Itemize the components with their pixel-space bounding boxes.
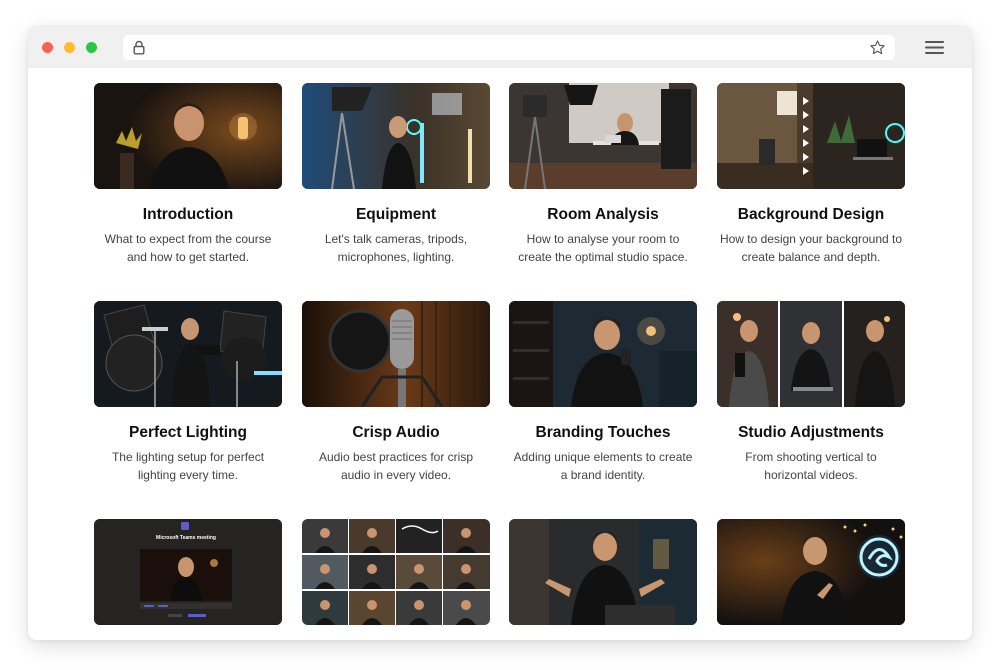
maximize-window-button[interactable] (86, 42, 97, 53)
lesson-thumbnail[interactable] (717, 519, 905, 625)
lesson-card-introduction[interactable]: Introduction What to expect from the cou… (94, 83, 282, 266)
teams-meeting-title: Microsoft Teams meeting (156, 535, 216, 541)
lesson-thumbnail[interactable] (509, 301, 697, 407)
lesson-title: Introduction (142, 206, 234, 223)
lesson-card-perfect-lighting[interactable]: Perfect Lighting The lighting setup for … (94, 301, 282, 484)
address-bar[interactable] (123, 35, 895, 60)
lesson-title: Equipment (355, 206, 437, 223)
lesson-description: From shooting vertical to horizontal vid… (745, 450, 877, 482)
bookmark-star-icon[interactable] (869, 39, 886, 56)
lesson-card-equipment[interactable]: Equipment Let's talk cameras, tripods, m… (302, 83, 490, 266)
lesson-description: How to design your background to create … (719, 232, 903, 264)
lesson-card-room-analysis[interactable]: Room Analysis How to analyse your room t… (509, 83, 697, 266)
lesson-description: Adding unique elements to create a brand… (513, 450, 693, 482)
lesson-card-studio-adjustments[interactable]: Studio Adjustments From shooting vertica… (717, 301, 905, 484)
lesson-card-teams[interactable]: Microsoft Teams meeting (94, 519, 282, 625)
lesson-title: Room Analysis (547, 206, 659, 223)
lesson-description: What to expect from the course and how t… (104, 232, 272, 264)
lesson-title: Branding Touches (535, 424, 671, 441)
lesson-card-crisp-audio[interactable]: Crisp Audio Audio best practices for cri… (302, 301, 490, 484)
lesson-thumbnail[interactable] (717, 301, 905, 407)
lesson-thumbnail[interactable] (94, 83, 282, 189)
lock-icon (133, 40, 145, 55)
lesson-description: How to analyse your room to create the o… (518, 232, 688, 264)
lesson-thumbnail[interactable] (509, 519, 697, 625)
lesson-title: Perfect Lighting (129, 424, 247, 441)
lesson-card-presenter[interactable] (509, 519, 697, 625)
lesson-card-video-grid[interactable] (302, 519, 490, 625)
lesson-thumbnail[interactable] (302, 301, 490, 407)
hamburger-menu-icon[interactable] (925, 40, 944, 55)
lesson-thumbnail[interactable] (717, 83, 905, 189)
lesson-description: Audio best practices for crisp audio in … (318, 450, 474, 482)
minimize-window-button[interactable] (64, 42, 75, 53)
lesson-card-branding-touches[interactable]: Branding Touches Adding unique elements … (509, 301, 697, 484)
lesson-thumbnail[interactable] (94, 301, 282, 407)
lesson-thumbnail[interactable]: Microsoft Teams meeting (94, 519, 282, 625)
lesson-description: Let's talk cameras, tripods, microphones… (324, 232, 468, 264)
lesson-thumbnail[interactable] (509, 83, 697, 189)
lesson-title: Crisp Audio (352, 424, 440, 441)
browser-titlebar (28, 26, 972, 68)
lesson-thumbnail[interactable] (302, 83, 490, 189)
lesson-title: Studio Adjustments (738, 424, 884, 441)
browser-window: Introduction What to expect from the cou… (28, 26, 972, 640)
lesson-description: The lighting setup for perfect lighting … (111, 450, 265, 482)
lesson-title: Background Design (737, 206, 885, 223)
lesson-card-background-design[interactable]: Background Design How to design your bac… (717, 83, 905, 266)
lesson-thumbnail[interactable] (302, 519, 490, 625)
lesson-card-logo[interactable] (717, 519, 905, 625)
close-window-button[interactable] (42, 42, 53, 53)
course-lessons-grid: Introduction What to expect from the cou… (28, 68, 972, 640)
